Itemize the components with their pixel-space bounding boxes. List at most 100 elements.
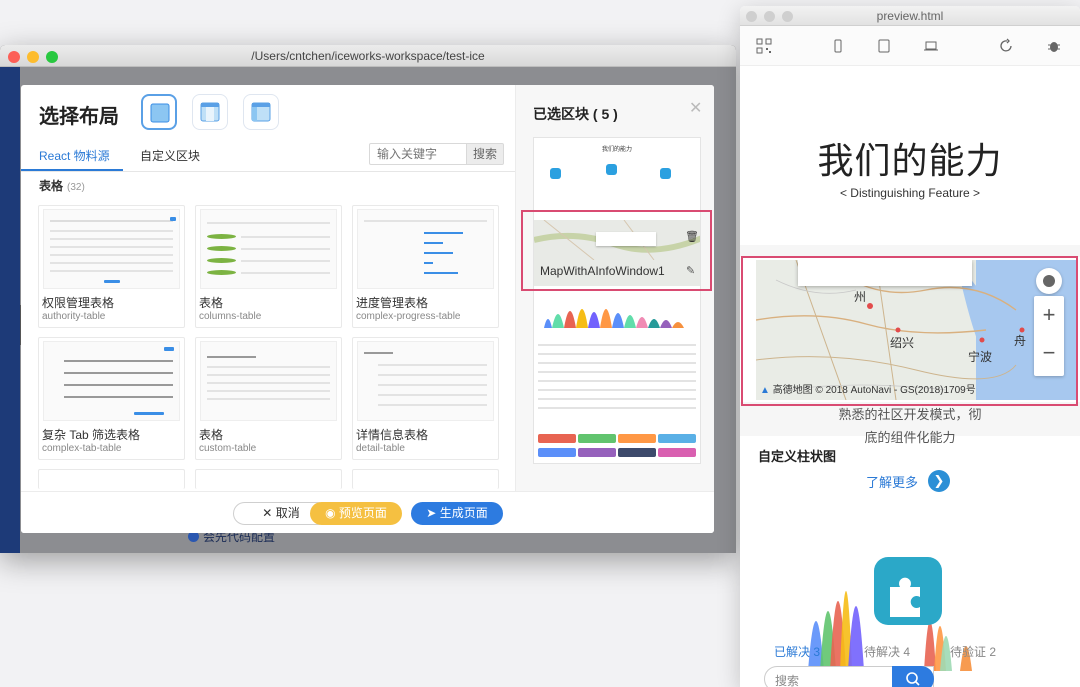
mobile-icon[interactable] <box>830 38 846 54</box>
stat-pending[interactable]: 待解决 4 <box>864 643 910 660</box>
edit-block-icon[interactable]: ✎ <box>686 264 695 277</box>
block-card[interactable]: 权限管理表格 authority-table <box>38 205 185 328</box>
search-button[interactable]: 搜索 <box>467 143 504 165</box>
eye-icon: ◉ <box>325 506 339 520</box>
tab-custom-blocks[interactable]: 自定义区块 <box>140 147 200 164</box>
block-card[interactable] <box>195 469 342 489</box>
map-city-label: 舟 <box>1014 334 1027 348</box>
wave-chart-thumbnail <box>544 309 684 328</box>
block-thumbnail <box>200 209 337 289</box>
block-card[interactable]: 复杂 Tab 筛选表格 complex-tab-table <box>38 337 185 460</box>
tablet-icon[interactable] <box>876 38 892 54</box>
chart-title: 自定义柱状图 <box>758 449 837 464</box>
amap-logo-icon: ▲ <box>760 385 770 396</box>
delete-block-icon[interactable]: 🗑 <box>685 230 699 243</box>
block-key: custom-table <box>199 443 257 454</box>
close-icon[interactable]: ✕ <box>689 98 702 118</box>
block-thumbnail <box>43 341 180 421</box>
selected-block-name: MapWithAInfoWindow1 <box>540 264 665 278</box>
stat-resolved[interactable]: 已解决 3 <box>774 643 820 660</box>
layout-columns-icon <box>200 102 220 122</box>
selected-blocks-title: 已选区块 ( 5 ) <box>533 106 618 122</box>
block-key: complex-progress-table <box>356 311 461 322</box>
generate-page-button[interactable]: ➤ 生成页面 <box>411 502 503 525</box>
selected-block-map[interactable]: 🗑 MapWithAInfoWindow1 ✎ <box>534 220 700 286</box>
active-tab-indicator <box>21 169 123 171</box>
feature-icon <box>660 168 671 179</box>
search-icon[interactable] <box>892 666 934 687</box>
block-card[interactable]: 进度管理表格 complex-progress-table <box>352 205 499 328</box>
locate-icon[interactable] <box>1036 268 1062 294</box>
qrcode-icon[interactable] <box>756 38 772 54</box>
block-thumbnail <box>357 209 494 289</box>
strip-heading: 我们的能力 <box>601 147 632 153</box>
block-thumbnail <box>43 209 180 289</box>
section-count: (32) <box>67 182 85 193</box>
block-key: columns-table <box>199 311 262 322</box>
map-info-window <box>798 260 972 286</box>
block-name: 进度管理表格 <box>356 296 429 310</box>
learn-more-link[interactable]: 了解更多 <box>866 472 918 491</box>
tab-react-source[interactable]: React 物料源 <box>39 147 110 164</box>
feature-icon <box>550 168 561 179</box>
preview-window: preview.html 我们的能力 < Distinguishing Feat… <box>740 6 1080 687</box>
modal-title: 选择布局 <box>39 106 119 128</box>
layout-option-full[interactable] <box>141 94 177 130</box>
layout-option-sidebar[interactable] <box>243 94 279 130</box>
preview-page-button[interactable]: ◉ 预览页面 <box>310 502 402 525</box>
block-thumbnail <box>200 341 337 421</box>
block-card[interactable]: 表格 custom-table <box>195 337 342 460</box>
section-divider <box>740 245 1080 257</box>
stat-to-verify[interactable]: 待验证 2 <box>950 643 996 660</box>
custom-bar-chart <box>808 557 972 671</box>
map-copyright: ▲ 高德地图 © 2018 AutoNavi - GS(2018)1709号 <box>760 385 976 396</box>
selected-blocks-preview: 我们的能力 🗑 MapWithAInfoWindow1 ✎ <box>533 137 701 464</box>
layout-full-icon <box>150 103 170 123</box>
debug-bug-icon[interactable] <box>1046 38 1062 54</box>
modal-footer: ✕ 取消 ◉ 预览页面 ➤ 生成页面 <box>21 491 714 533</box>
block-card[interactable] <box>38 469 185 489</box>
chevron-right-icon[interactable]: ❯ <box>928 470 950 492</box>
selected-blocks-panel: 已选区块 ( 5 ) ✕ 我们的能力 🗑 MapWithAInfoWindow1… <box>515 85 714 491</box>
refresh-icon[interactable] <box>998 38 1014 54</box>
block-card[interactable]: 表格 columns-table <box>195 205 342 328</box>
map-zoom-control: + − <box>1034 296 1064 376</box>
preview-title: preview.html <box>876 9 944 23</box>
preview-toolbar <box>740 26 1080 66</box>
close-icon: ✕ <box>262 506 276 520</box>
editor-titlebar: /Users/cntchen/iceworks-workspace/test-i… <box>0 45 736 67</box>
block-name: 权限管理表格 <box>42 296 115 310</box>
feature-text-line: 熟悉的社区开发模式，彻 <box>838 407 982 422</box>
block-key: complex-tab-table <box>42 443 122 454</box>
map-widget[interactable]: 州 绍兴 宁波 舟 + − ▲ 高德地图 © 2018 AutoNavi - G… <box>756 260 1078 400</box>
search-input[interactable] <box>369 143 467 165</box>
desktop-icon[interactable] <box>923 38 939 54</box>
block-name: 表格 <box>199 428 224 442</box>
window-path: /Users/cntchen/iceworks-workspace/test-i… <box>251 49 485 63</box>
zoom-out-button[interactable]: − <box>1034 340 1064 366</box>
zoom-in-button[interactable]: + <box>1034 302 1064 328</box>
block-name: 表格 <box>199 296 224 310</box>
block-key: detail-table <box>356 443 405 454</box>
block-thumbnail <box>357 341 494 421</box>
map-city-label: 绍兴 <box>890 336 915 350</box>
block-key: authority-table <box>42 311 106 322</box>
editor-sidebar <box>0 67 20 553</box>
map-city-label: 宁波 <box>968 350 993 364</box>
hero-subtitle: < Distinguishing Feature > <box>839 186 981 200</box>
map-city-label: 州 <box>854 290 867 304</box>
material-panel: 选择布局 React 物料源 自定义区块 搜索 表格(32) <box>21 85 515 491</box>
section-title: 表格 (32) <box>39 179 85 193</box>
feature-icon <box>606 164 617 175</box>
block-card[interactable]: 详情信息表格 detail-table <box>352 337 499 460</box>
block-card[interactable] <box>352 469 499 489</box>
preview-titlebar: preview.html <box>740 6 1080 26</box>
layout-option-three-column[interactable] <box>192 94 228 130</box>
hero-title: 我们的能力 <box>817 140 1003 181</box>
feature-text-line: 底的组件化能力 <box>864 430 956 445</box>
block-name: 复杂 Tab 筛选表格 <box>42 428 141 442</box>
layout-modal: 选择布局 React 物料源 自定义区块 搜索 表格(32) <box>21 85 714 533</box>
block-name: 详情信息表格 <box>356 428 429 442</box>
layout-sidebar-icon <box>251 102 271 122</box>
send-icon: ➤ <box>426 506 440 520</box>
